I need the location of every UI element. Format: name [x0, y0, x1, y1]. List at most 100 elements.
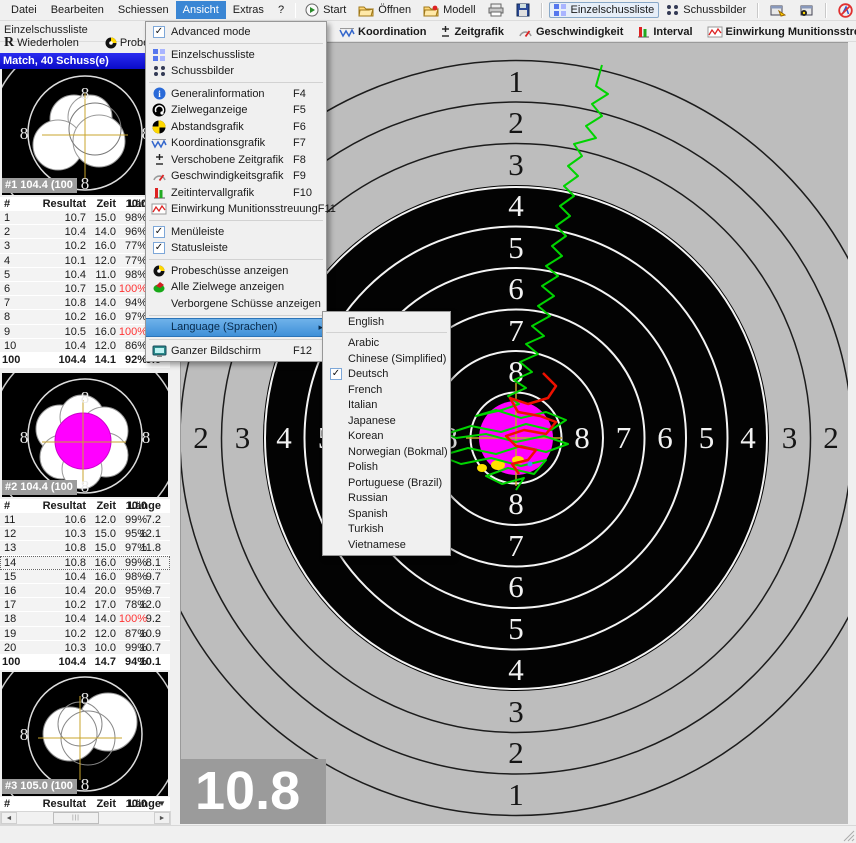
- menu-separator: [149, 259, 323, 260]
- menu-item-alle-zielwege-anzeigen[interactable]: Alle Zielwege anzeigen: [146, 279, 326, 296]
- menu-item-ganzer-bildschirm[interactable]: Ganzer BildschirmF12: [146, 343, 326, 360]
- shot-group-thumbnail-3[interactable]: 8 8 8 #3 105.0 (100: [2, 672, 168, 796]
- toolbar-button-label: Schussbilder: [683, 4, 746, 16]
- menu-schiessen[interactable]: Schiessen: [111, 1, 176, 19]
- window-target-button[interactable]: [793, 2, 819, 19]
- language-item-arabic[interactable]: Arabic: [323, 336, 450, 352]
- scroll-left-icon[interactable]: ◄: [1, 812, 17, 824]
- menu-item-generalinformation[interactable]: iGeneralinformationF4: [146, 86, 326, 103]
- menu-item-verborgene-sch-sse-anzeigen[interactable]: Verborgene Schüsse anzeigen: [146, 296, 326, 313]
- shot-group-thumbnail-1[interactable]: 8 8 8 8 #1 104.4 (100: [2, 69, 168, 195]
- menu-item-probesch-sse-anzeigen[interactable]: Probeschüsse anzeigen: [146, 263, 326, 280]
- aim-trace-path: [434, 65, 608, 490]
- menu-item-verschobene-zeitgrafik[interactable]: Verschobene ZeitgrafikF8: [146, 152, 326, 169]
- shot-row-12[interactable]: 1210.315.095%12.1: [0, 527, 170, 541]
- language-item-polish[interactable]: Polish: [323, 460, 450, 476]
- table-cell: 10.2: [65, 627, 86, 641]
- menu-extras[interactable]: Extras: [226, 1, 271, 19]
- menu-item-label: Portuguese (Brazil): [346, 477, 447, 489]
- menu-item-men-leiste[interactable]: ✓Menüleiste: [146, 224, 326, 241]
- start-button[interactable]: Start: [300, 1, 351, 19]
- language-item-english[interactable]: English: [323, 314, 450, 330]
- language-item-russian[interactable]: Russian: [323, 491, 450, 507]
- language-item-italian[interactable]: Italian: [323, 398, 450, 414]
- menu-item-abstandsgrafik[interactable]: AbstandsgrafikF6: [146, 119, 326, 136]
- menu-item-language-sprachen[interactable]: Language (Sprachen)▸: [146, 318, 326, 337]
- table-cell: 100: [2, 655, 20, 669]
- shot-row-14[interactable]: 1410.816.099%8.1: [0, 556, 170, 570]
- menu-shortcut: F5: [293, 104, 323, 116]
- shot-row-15[interactable]: 1510.416.098%9.7: [0, 570, 170, 584]
- menu-item-schussbilder[interactable]: Schussbilder: [146, 63, 326, 80]
- language-item-portuguese-brazil[interactable]: Portuguese (Brazil): [323, 475, 450, 491]
- language-item-vietnamese[interactable]: Vietnamese: [323, 537, 450, 553]
- menu-help[interactable]: ?: [271, 1, 291, 19]
- scroll-down-icon[interactable]: ▼: [158, 799, 166, 808]
- language-item-deutsch[interactable]: ✓Deutsch: [323, 367, 450, 383]
- language-item-japanese[interactable]: Japanese: [323, 413, 450, 429]
- shot-row-20[interactable]: 2010.310.099%10.7: [0, 641, 170, 655]
- plusminus-icon: [440, 25, 451, 38]
- info-icon: i: [149, 87, 169, 100]
- interval-button[interactable]: Interval: [630, 23, 699, 40]
- shot-row-16[interactable]: 1610.420.095%9.7: [0, 584, 170, 598]
- printer-button[interactable]: [483, 1, 509, 19]
- table-cell: 10.4: [65, 225, 86, 239]
- menu-item-zielweganzeige[interactable]: ZielweganzeigeF5: [146, 102, 326, 119]
- menu-item-koordinationsgrafik[interactable]: KoordinationsgrafikF7: [146, 135, 326, 152]
- table-cell: 16.0: [95, 239, 116, 253]
- menu-item-advanced-mode[interactable]: ✓Advanced mode: [146, 24, 326, 41]
- menu-separator: [149, 339, 323, 340]
- save-button[interactable]: [511, 1, 535, 19]
- scroll-right-icon[interactable]: ►: [154, 812, 170, 824]
- table-total-row: 100104.414.794%10.1: [0, 655, 170, 670]
- table-cell: 1: [4, 211, 10, 225]
- geschwindigkeit-button[interactable]: Geschwindigkeit: [511, 24, 630, 40]
- no-entry-button[interactable]: [833, 1, 856, 20]
- toolbar-separator: [295, 3, 296, 18]
- shot-row-11[interactable]: 1110.612.099%7.2: [0, 513, 170, 527]
- shot-row-17[interactable]: 1710.217.078%12.0: [0, 598, 170, 612]
- shot-row-19[interactable]: 1910.212.087%10.9: [0, 627, 170, 641]
- horizontal-scrollbar[interactable]: ◄ ||| ►: [0, 811, 171, 825]
- export-window-button[interactable]: [765, 2, 791, 19]
- menu-item-zeitintervallgrafik[interactable]: ZeitintervallgrafikF10: [146, 185, 326, 202]
- schussbilder-button[interactable]: Schussbilder: [661, 2, 751, 18]
- menu-ansicht[interactable]: Ansicht: [176, 1, 226, 19]
- resize-grip-icon[interactable]: [841, 828, 855, 842]
- language-item-korean[interactable]: Korean: [323, 429, 450, 445]
- menu-item-einzelschussliste[interactable]: Einzelschussliste: [146, 47, 326, 64]
- language-item-norwegian-bokmal[interactable]: Norwegian (Bokmal): [323, 444, 450, 460]
- shot-group-thumbnail-2[interactable]: 8 8 8 8 #2 104.4 (100: [2, 373, 168, 497]
- menu-item-statusleiste[interactable]: ✓Statusleiste: [146, 240, 326, 257]
- language-item-turkish[interactable]: Turkish: [323, 522, 450, 538]
- ffnen-button[interactable]: Öffnen: [353, 2, 416, 19]
- menu-item-geschwindigkeitsgrafik[interactable]: GeschwindigkeitsgrafikF9: [146, 168, 326, 185]
- menu-item-label: Norwegian (Bokmal): [346, 446, 448, 458]
- menu-shortcut: F4: [293, 88, 323, 100]
- modell-button[interactable]: Modell: [418, 2, 480, 19]
- repeat-button[interactable]: R Wiederholen: [0, 35, 83, 51]
- zeitgrafik-button[interactable]: Zeitgrafik: [433, 23, 511, 40]
- menu-item-label: Einzelschussliste: [169, 49, 323, 61]
- einwirkung-munitionsstreuung-button[interactable]: Einwirkung Munitionsstreuung: [700, 24, 856, 40]
- scrollbar-track[interactable]: |||: [17, 812, 154, 824]
- menu-item-einwirkung-munitionsstreuung[interactable]: Einwirkung MunitionsstreuungF11: [146, 201, 326, 218]
- menu-shortcut: F6: [293, 121, 323, 133]
- table-cell: 16.0: [95, 556, 116, 570]
- language-item-french[interactable]: French: [323, 382, 450, 398]
- einzelschussliste-button[interactable]: Einzelschussliste: [549, 2, 660, 18]
- language-item-spanish[interactable]: Spanish: [323, 506, 450, 522]
- table-cell: 16.0: [95, 325, 116, 339]
- shot-row-13[interactable]: 1310.815.097%11.8: [0, 541, 170, 555]
- shot-row-18[interactable]: 1810.414.0100%9.2: [0, 612, 170, 626]
- menu-datei[interactable]: Datei: [4, 1, 44, 19]
- scrollbar-thumb[interactable]: |||: [53, 812, 99, 824]
- menu-bearbeiten[interactable]: Bearbeiten: [44, 1, 111, 19]
- table-cell: #: [4, 499, 10, 513]
- ansicht-menu: ✓Advanced mode Einzelschussliste Schussbil…: [145, 21, 327, 362]
- koordination-button[interactable]: Koordination: [332, 24, 433, 40]
- language-item-chinese-simplified[interactable]: Chinese (Simplified): [323, 351, 450, 367]
- table-cell: 10.4: [65, 584, 86, 598]
- table-header: #ResultatZeit10.0Länge: [0, 499, 170, 513]
